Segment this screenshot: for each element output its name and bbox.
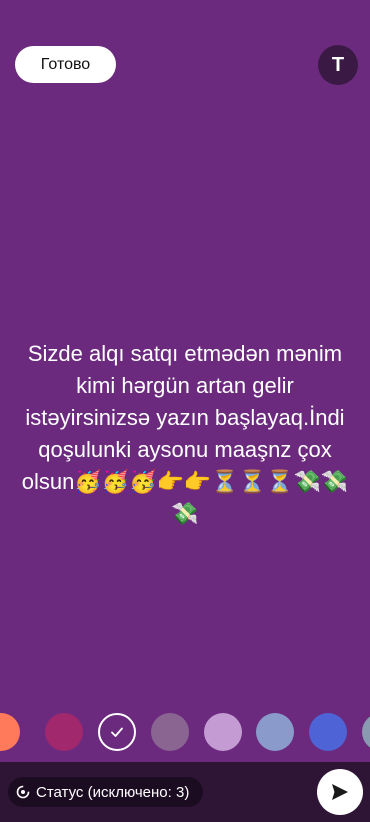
color-palette (0, 711, 370, 753)
text-tool-button[interactable]: T (318, 45, 358, 85)
status-text: Sizde alqı satqı etmədən mənim kimi hərg… (21, 341, 349, 526)
audience-selector[interactable]: Статус (исключено: 3) (8, 777, 204, 807)
color-swatch-mauve[interactable] (151, 713, 189, 751)
color-swatch-coral[interactable] (0, 713, 20, 751)
color-swatch-blue[interactable] (309, 713, 347, 751)
color-swatch-purple-selected[interactable] (98, 713, 136, 751)
color-swatch-slate[interactable] (362, 713, 370, 751)
color-swatch-periwinkle[interactable] (256, 713, 294, 751)
audience-label: Статус (исключено: 3) (36, 783, 190, 801)
color-swatch-magenta[interactable] (45, 713, 83, 751)
done-button[interactable]: Готово (15, 46, 116, 83)
send-button[interactable] (317, 769, 363, 815)
bottom-bar: Статус (исключено: 3) (0, 762, 370, 822)
color-swatch-lilac[interactable] (204, 713, 242, 751)
send-icon (332, 784, 348, 800)
privacy-icon (16, 785, 30, 799)
check-icon (111, 727, 123, 737)
